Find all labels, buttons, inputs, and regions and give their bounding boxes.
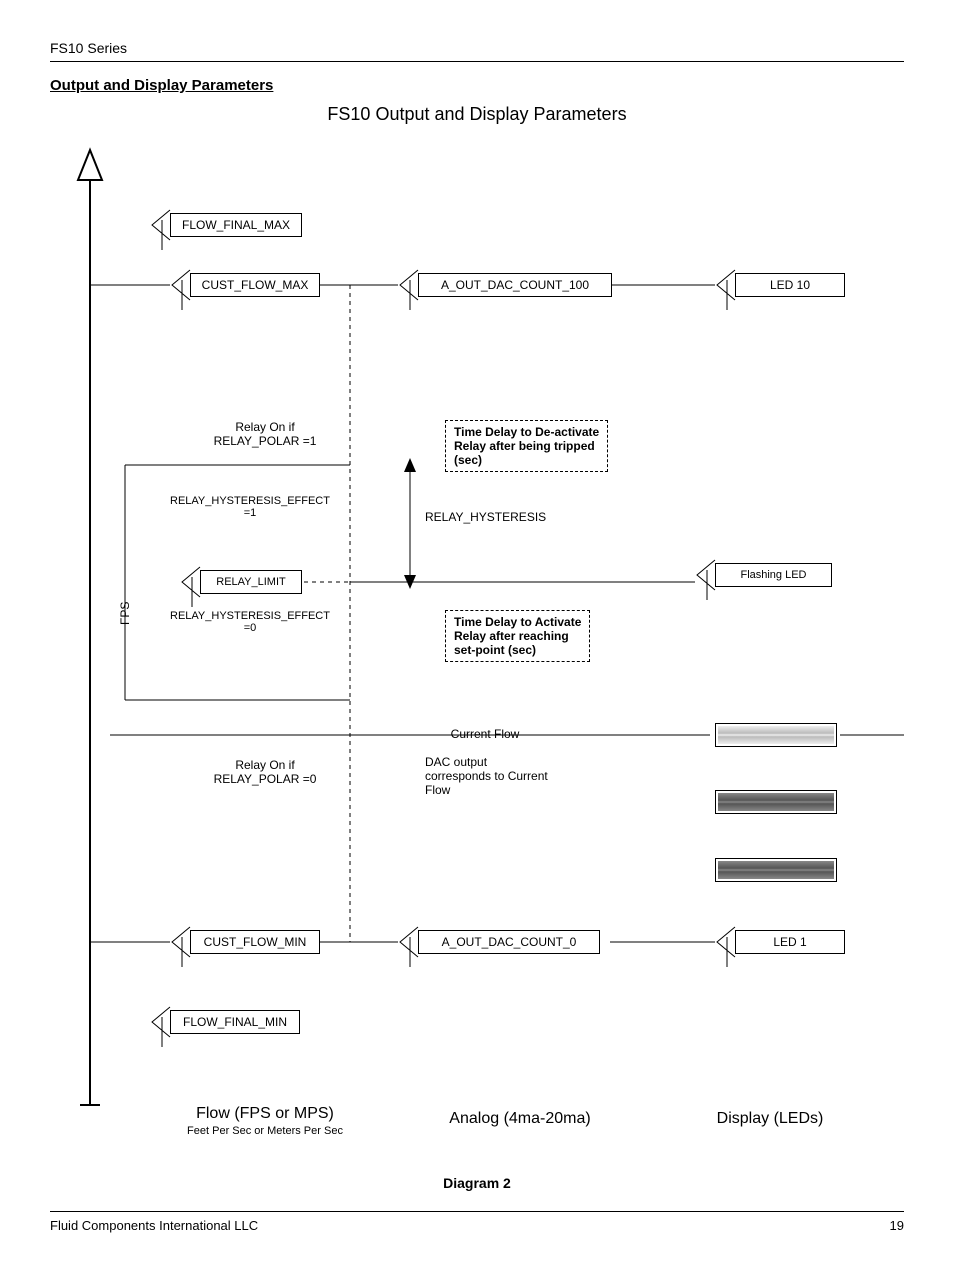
box-flashing-led: Flashing LED (715, 563, 832, 587)
diagram-title: FS10 Output and Display Parameters (50, 104, 904, 125)
led-bar-mid (715, 790, 837, 814)
box-relay-limit: RELAY_LIMIT (200, 570, 302, 594)
box-time-delay-deact: Time Delay to De-activate Relay after be… (445, 420, 608, 472)
footer-page: 19 (890, 1218, 904, 1233)
diagram-body: FPS FLOW_FINAL_MAX CUST_FLOW_MAX Relay O… (50, 145, 904, 1165)
series-header: FS10 Series (50, 40, 904, 62)
diagram-caption: Diagram 2 (50, 1175, 904, 1191)
led-bar-low (715, 858, 837, 882)
box-aout-dac-0: A_OUT_DAC_COUNT_0 (418, 930, 600, 954)
footer-company: Fluid Components International LLC (50, 1218, 258, 1233)
box-led10: LED 10 (735, 273, 845, 297)
led-bar-current (715, 723, 837, 747)
box-cust-flow-max: CUST_FLOW_MAX (190, 273, 320, 297)
box-led1: LED 1 (735, 930, 845, 954)
txt-current-flow: Current Flow (425, 727, 545, 741)
col-analog-title: Analog (4ma-20ma) (420, 1110, 620, 1128)
box-flow-final-min: FLOW_FINAL_MIN (170, 1010, 300, 1034)
yaxis-fps: FPS (118, 602, 132, 625)
box-aout-dac-100: A_OUT_DAC_COUNT_100 (418, 273, 612, 297)
box-flow-final-max: FLOW_FINAL_MAX (170, 213, 302, 237)
box-cust-flow-min: CUST_FLOW_MIN (190, 930, 320, 954)
col-display-title: Display (LEDs) (680, 1110, 860, 1128)
txt-relay-hyst-effect1: RELAY_HYSTERESIS_EFFECT =1 (150, 495, 350, 519)
page-footer: Fluid Components International LLC 19 (50, 1211, 904, 1233)
box-time-delay-act: Time Delay to Activate Relay after reach… (445, 610, 590, 662)
txt-dac-output: DAC output corresponds to Current Flow (425, 755, 548, 797)
txt-relay-hyst-effect0: RELAY_HYSTERESIS_EFFECT =0 (150, 610, 350, 634)
section-title: Output and Display Parameters (50, 77, 904, 94)
txt-relay-hysteresis: RELAY_HYSTERESIS (425, 510, 546, 524)
col-flow-title: Flow (FPS or MPS) (150, 1105, 380, 1123)
txt-relay-on-polar1: Relay On if RELAY_POLAR =1 (200, 420, 330, 448)
col-flow-subtitle: Feet Per Sec or Meters Per Sec (150, 1125, 380, 1137)
txt-relay-on-polar0: Relay On if RELAY_POLAR =0 (200, 758, 330, 786)
